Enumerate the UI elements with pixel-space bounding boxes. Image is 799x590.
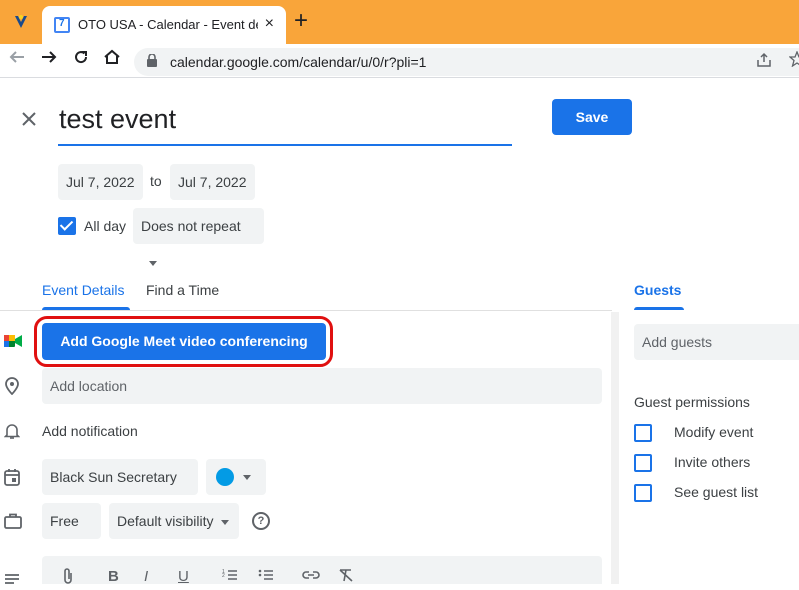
bold-icon[interactable]: B [108, 568, 119, 585]
calendar-favicon-icon [54, 17, 70, 33]
date-range-separator: to [150, 173, 162, 189]
guests-indicator [634, 307, 684, 310]
bookmark-star-icon[interactable] [788, 50, 799, 72]
end-date-picker[interactable]: Jul 7, 2022 [170, 164, 255, 200]
color-swatch [216, 468, 234, 486]
underline-icon[interactable]: U [178, 568, 189, 585]
event-color-select[interactable] [206, 459, 266, 495]
url-text[interactable]: calendar.google.com/calendar/u/0/r?pli=1 [170, 54, 426, 70]
add-guests-input[interactable]: Add guests [634, 324, 799, 360]
all-day-checkbox[interactable] [58, 217, 76, 235]
guests-header: Guests [634, 282, 682, 298]
modify-event-label: Modify event [674, 424, 754, 440]
reload-icon[interactable] [72, 48, 90, 73]
browser-tab-bar: OTO USA - Calendar - Event deta × + [0, 0, 799, 44]
chevron-down-icon [221, 519, 230, 525]
home-icon[interactable] [103, 48, 121, 73]
description-editor[interactable]: B I U 12 [42, 556, 602, 586]
tab-event-details[interactable]: Event Details [42, 282, 124, 298]
back-arrow-icon[interactable] [8, 48, 26, 73]
repeat-select[interactable]: Does not repeat [133, 208, 264, 266]
start-date-picker[interactable]: Jul 7, 2022 [58, 164, 143, 200]
location-pin-icon [4, 377, 22, 396]
new-tab-button[interactable]: + [294, 9, 308, 33]
save-button[interactable]: Save [552, 99, 632, 135]
bulleted-list-icon[interactable] [258, 568, 274, 586]
tab-close-button[interactable]: × [265, 15, 274, 33]
italic-icon[interactable]: I [144, 568, 148, 585]
repeat-value: Does not repeat [141, 218, 241, 234]
calendar-value: Black Sun Secretary [50, 469, 177, 485]
invite-others-checkbox[interactable] [634, 454, 652, 472]
forward-arrow-icon[interactable] [40, 48, 58, 73]
modify-event-checkbox[interactable] [634, 424, 652, 442]
numbered-list-icon[interactable]: 12 [222, 568, 238, 586]
link-icon[interactable] [302, 568, 320, 585]
attachment-icon[interactable] [62, 568, 74, 588]
remove-formatting-icon[interactable] [338, 568, 354, 586]
share-icon[interactable] [756, 52, 772, 73]
location-input[interactable]: Add location [42, 368, 602, 404]
chevron-down-icon [243, 475, 251, 480]
details-scrollbar[interactable] [611, 312, 619, 584]
google-meet-icon [4, 333, 22, 351]
add-notification-link[interactable]: Add notification [42, 423, 138, 439]
briefcase-icon [4, 513, 22, 531]
availability-select[interactable]: Free [42, 503, 101, 561]
see-guest-list-checkbox[interactable] [634, 484, 652, 502]
availability-value: Free [50, 513, 79, 529]
profile-icon[interactable] [13, 13, 29, 32]
visibility-select[interactable]: Default visibility [109, 503, 239, 539]
guest-permissions-title: Guest permissions [634, 394, 750, 410]
tab-title: OTO USA - Calendar - Event deta [78, 17, 258, 32]
bell-icon [3, 422, 22, 440]
help-icon[interactable]: ? [252, 512, 270, 530]
calendar-icon [4, 468, 22, 486]
browser-tab-active[interactable]: OTO USA - Calendar - Event deta × [42, 6, 286, 44]
event-title-input[interactable]: test event [58, 104, 512, 146]
close-icon[interactable] [20, 108, 38, 134]
add-google-meet-button[interactable]: Add Google Meet video conferencing [42, 323, 326, 360]
invite-others-label: Invite others [674, 454, 751, 470]
svg-text:2: 2 [222, 573, 225, 579]
visibility-value: Default visibility [117, 513, 214, 529]
description-icon [4, 572, 22, 590]
calendar-select[interactable]: Black Sun Secretary [42, 459, 198, 517]
lock-icon[interactable] [147, 53, 157, 67]
browser-toolbar: calendar.google.com/calendar/u/0/r?pli=1 [0, 44, 799, 78]
see-guest-list-label: See guest list [674, 484, 759, 500]
tab-find-a-time[interactable]: Find a Time [146, 282, 219, 298]
all-day-label: All day [84, 218, 127, 234]
address-bar[interactable]: calendar.google.com/calendar/u/0/r?pli=1 [134, 48, 799, 76]
chevron-down-icon [149, 260, 157, 266]
tabs-divider [0, 310, 612, 311]
